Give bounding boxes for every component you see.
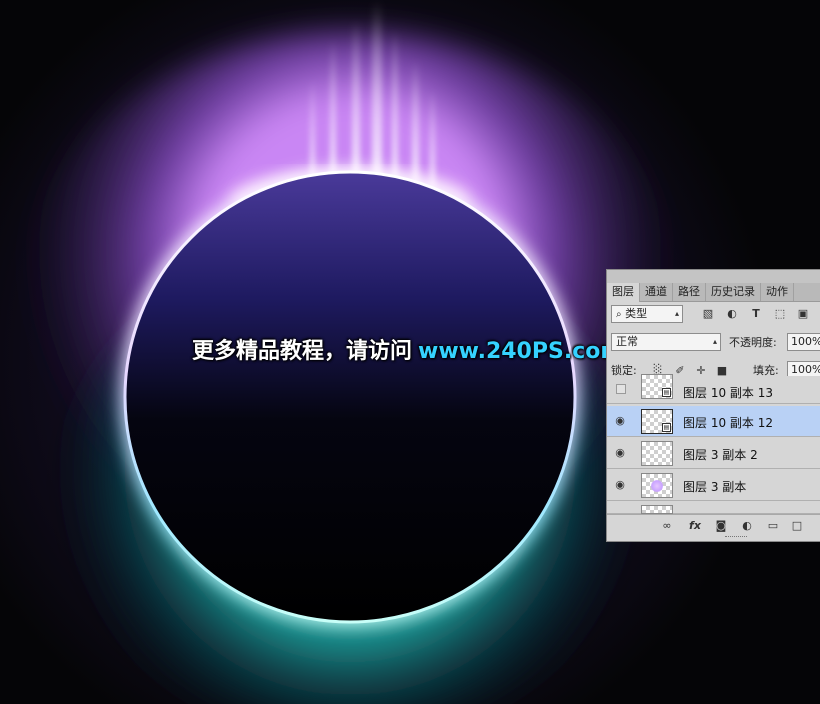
search-icon: ⌕ <box>616 309 622 320</box>
site-watermark: 更多精品教程，请访问 www.240PS.com <box>192 336 623 368</box>
filter-type-select[interactable]: ⌕ 类型 ▴ <box>611 305 683 323</box>
layer-thumbnail <box>641 441 673 466</box>
layers-panel: 图层 通道 路径 历史记录 动作 ⌕ 类型 ▴ ▧ ◐ T ⬚ ▣ 正常 ▴ 不 <box>606 269 820 542</box>
smart-object-icon: ▤ <box>662 423 671 432</box>
smart-object-icon: ▤ <box>662 388 671 397</box>
link-icon[interactable]: ∞ <box>659 518 675 534</box>
layer-name: 图层 10 副本 13 <box>683 386 773 400</box>
blend-mode-label: 正常 <box>616 335 638 348</box>
chevron-down-icon: ▴ <box>712 337 717 346</box>
layer-row-partial[interactable] <box>607 502 820 514</box>
layer-name: 图层 3 副本 2 <box>683 448 758 462</box>
tab-channels[interactable]: 通道 <box>640 283 673 301</box>
blend-mode-select[interactable]: 正常 ▴ <box>611 333 721 351</box>
watermark-url: www.240PS.com <box>418 339 624 364</box>
layer-thumbnail: ▤ <box>641 409 673 434</box>
visibility-toggle[interactable] <box>616 384 626 394</box>
layer-thumbnail <box>641 473 673 498</box>
mask-icon[interactable]: ◙ <box>713 518 729 534</box>
eye-icon[interactable]: ◉ <box>613 446 627 460</box>
panel-tabs: 图层 通道 路径 历史记录 动作 <box>607 283 820 302</box>
image-icon[interactable]: ▧ <box>701 307 715 321</box>
canvas-stage: 更多精品教程，请访问 www.240PS.com 图层 通道 路径 历史记录 动作… <box>0 0 820 704</box>
new-layer-icon[interactable]: □ <box>789 518 805 534</box>
select-arrow-icon: ▴ <box>674 309 679 318</box>
panel-footer: ∞ fx ◙ ◐ ▭ □ <box>607 514 820 537</box>
layer-name: 图层 10 副本 12 <box>683 416 773 430</box>
layer-row[interactable]: ◉ 图层 3 副本 <box>607 470 820 501</box>
opacity-input[interactable]: 100% <box>787 333 820 351</box>
layer-thumbnail: ▤ <box>641 374 673 399</box>
fx-icon[interactable]: fx <box>687 518 703 534</box>
tab-paths[interactable]: 路径 <box>673 283 706 301</box>
blend-row: 正常 ▴ 不透明度: 100% <box>607 332 820 354</box>
layer-row[interactable]: ◉ 图层 3 副本 2 <box>607 438 820 469</box>
eye-icon[interactable]: ◉ <box>613 414 627 428</box>
layer-row-selected[interactable]: ◉ ▤ 图层 10 副本 12 <box>607 406 820 437</box>
layer-name: 图层 3 副本 <box>683 480 747 494</box>
tab-layers[interactable]: 图层 <box>607 283 640 302</box>
adjustment-icon[interactable]: ◐ <box>725 307 739 321</box>
shape-icon[interactable]: ⬚ <box>773 307 787 321</box>
eye-icon[interactable]: ◉ <box>613 478 627 492</box>
filter-type-label: 类型 <box>625 307 648 320</box>
filter-row: ⌕ 类型 ▴ ▧ ◐ T ⬚ ▣ <box>607 304 820 326</box>
watermark-text: 更多精品教程，请访问 <box>192 339 413 364</box>
panel-title-bar[interactable] <box>607 270 820 284</box>
tab-actions[interactable]: 动作 <box>761 283 794 301</box>
glow-thumbnail-icon <box>651 480 663 492</box>
new-adjustment-icon[interactable]: ◐ <box>739 518 755 534</box>
type-icon[interactable]: T <box>749 307 763 321</box>
tab-history[interactable]: 历史记录 <box>706 283 761 301</box>
smart-object-icon[interactable]: ▣ <box>796 307 810 321</box>
layer-row[interactable]: ▤ 图层 10 副本 13 <box>607 374 820 404</box>
layer-thumbnail <box>641 505 673 514</box>
opacity-label: 不透明度: <box>729 336 777 349</box>
new-group-icon[interactable]: ▭ <box>765 518 781 534</box>
resize-grip[interactable] <box>725 536 747 540</box>
